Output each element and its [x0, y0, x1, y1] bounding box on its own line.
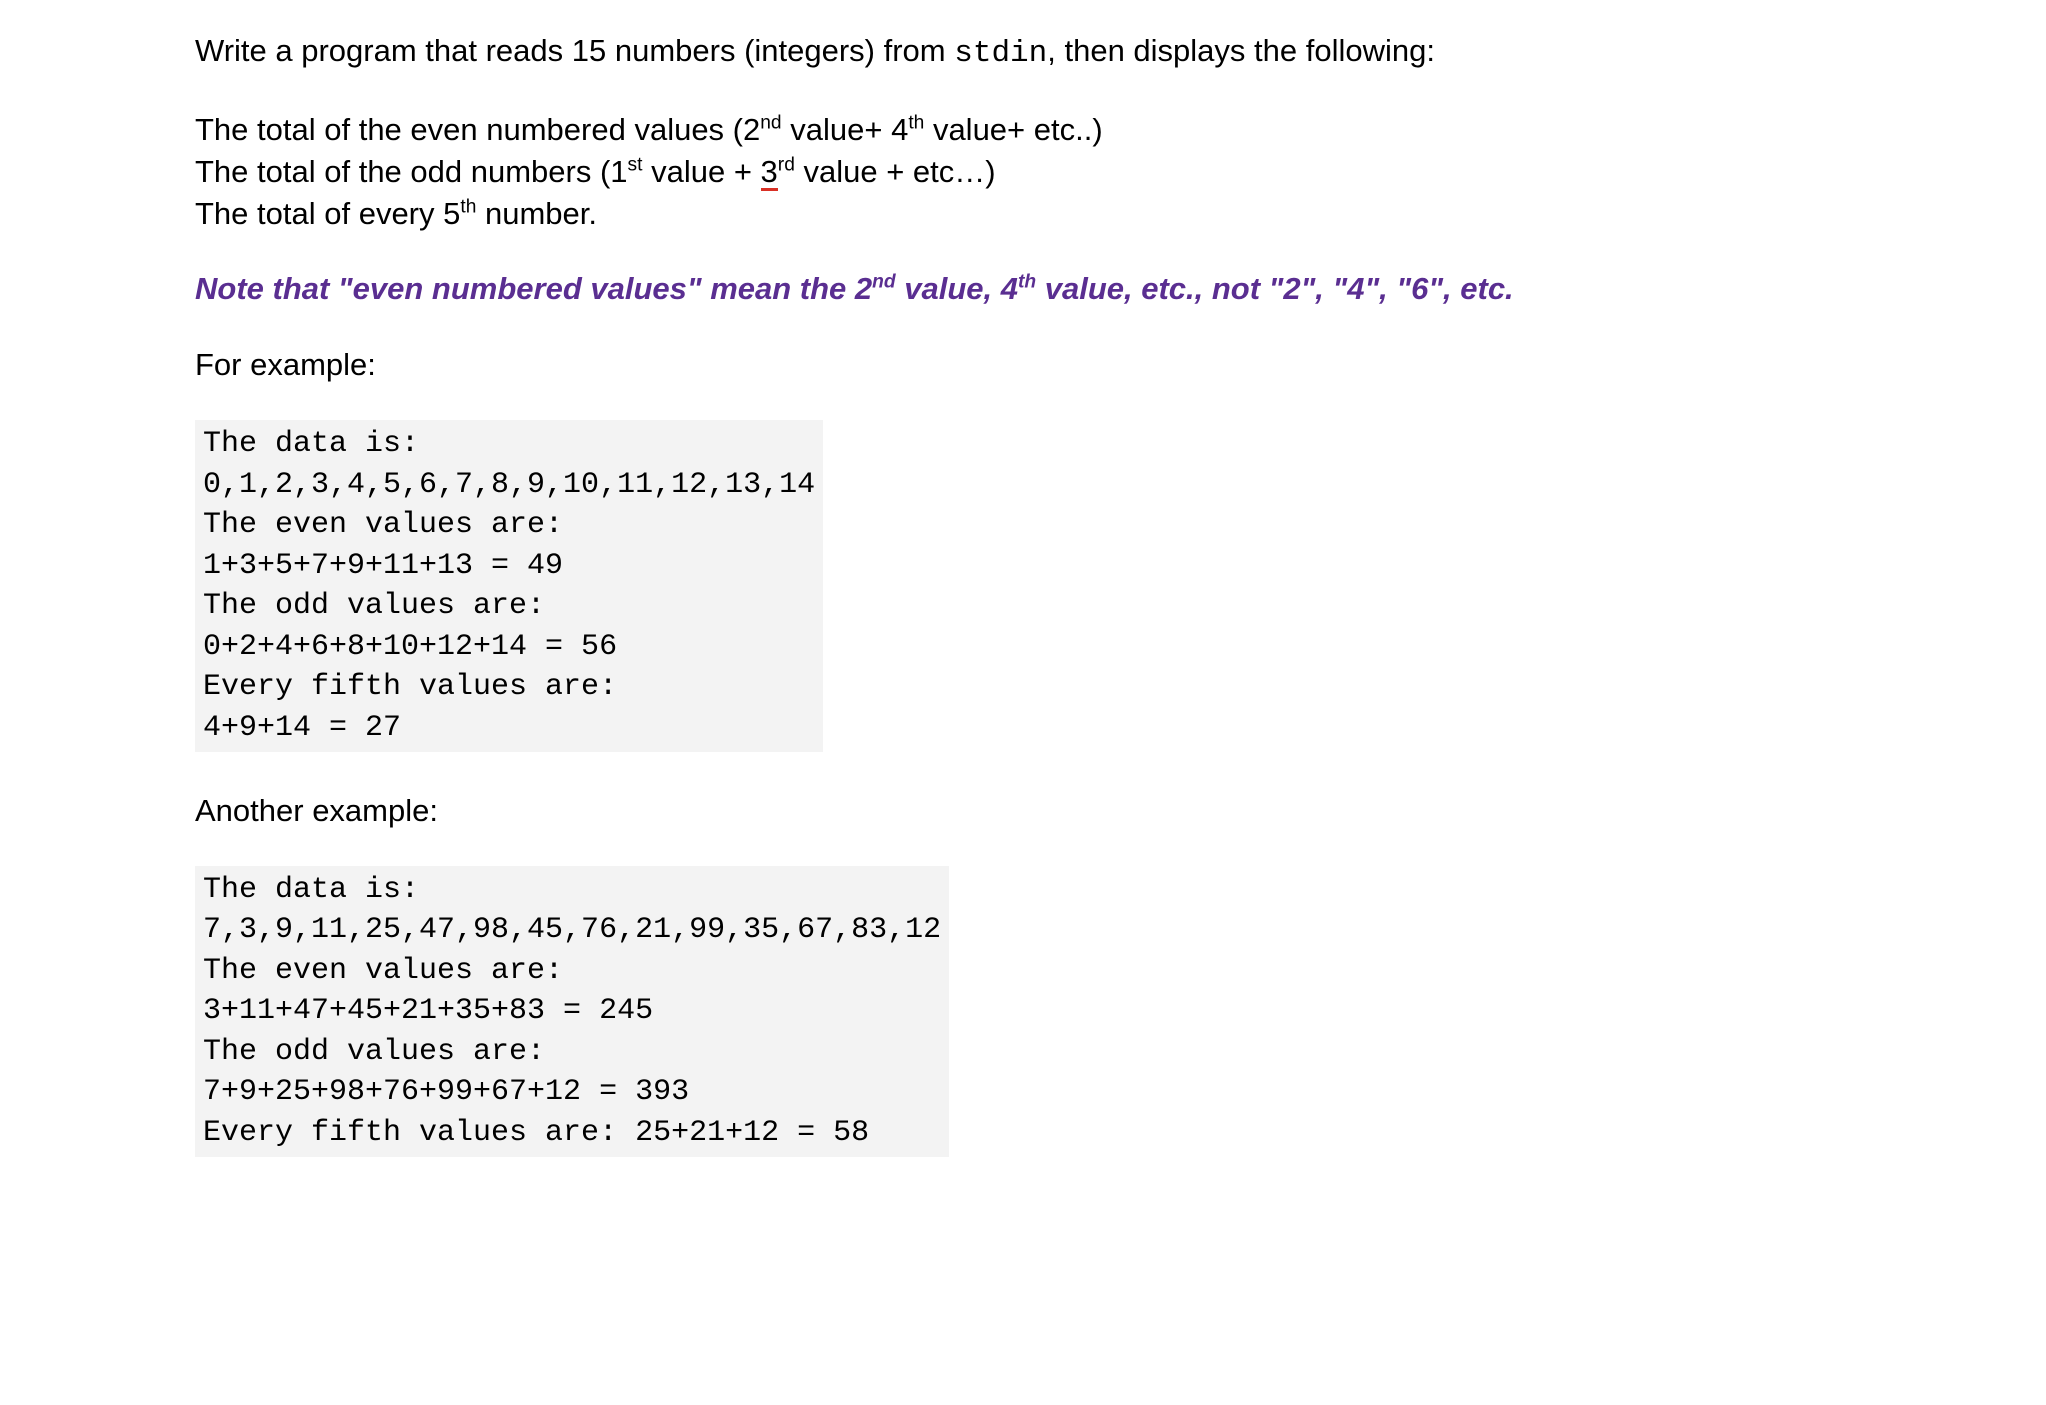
- note-mid: value, 4: [896, 271, 1018, 306]
- document-body: Write a program that reads 15 numbers (i…: [0, 0, 1755, 1157]
- underlined-3: 3: [761, 156, 778, 192]
- sup-th: th: [908, 113, 924, 134]
- sup-nd: nd: [760, 113, 781, 134]
- sup-rd: rd: [778, 154, 795, 175]
- req-fifth-post: number.: [476, 196, 597, 231]
- example2-code-block: The data is: 7,3,9,11,25,47,98,45,76,21,…: [195, 866, 949, 1158]
- req-odd-post: value + etc…): [795, 154, 996, 189]
- req-odd-pre: The total of the odd numbers (1: [195, 154, 628, 189]
- req-even-post: value+ etc..): [924, 112, 1102, 147]
- sup-st: st: [628, 154, 643, 175]
- requirements-paragraph: The total of the even numbered values (2…: [195, 109, 1755, 235]
- example1-code-block: The data is: 0,1,2,3,4,5,6,7,8,9,10,11,1…: [195, 420, 823, 752]
- note-sup2: th: [1018, 272, 1036, 293]
- req-even-pre: The total of the even numbered values (2: [195, 112, 760, 147]
- intro-text-pre: Write a program that reads 15 numbers (i…: [195, 33, 954, 68]
- stdin-code: stdin: [954, 36, 1047, 71]
- req-fifth-pre: The total of every 5: [195, 196, 460, 231]
- intro-paragraph: Write a program that reads 15 numbers (i…: [195, 30, 1755, 75]
- req-even-mid: value+ 4: [782, 112, 909, 147]
- req-odd-mid: value +: [642, 154, 760, 189]
- note-paragraph: Note that "even numbered values" mean th…: [195, 268, 1755, 310]
- note-pre: Note that "even numbered values" mean th…: [195, 271, 872, 306]
- sup-th-2: th: [460, 196, 476, 217]
- example2-label: Another example:: [195, 790, 1755, 832]
- intro-text-post: , then displays the following:: [1047, 33, 1435, 68]
- note-sup1: nd: [872, 272, 895, 293]
- example1-label: For example:: [195, 344, 1755, 386]
- note-post: value, etc., not "2", "4", "6", etc.: [1036, 271, 1514, 306]
